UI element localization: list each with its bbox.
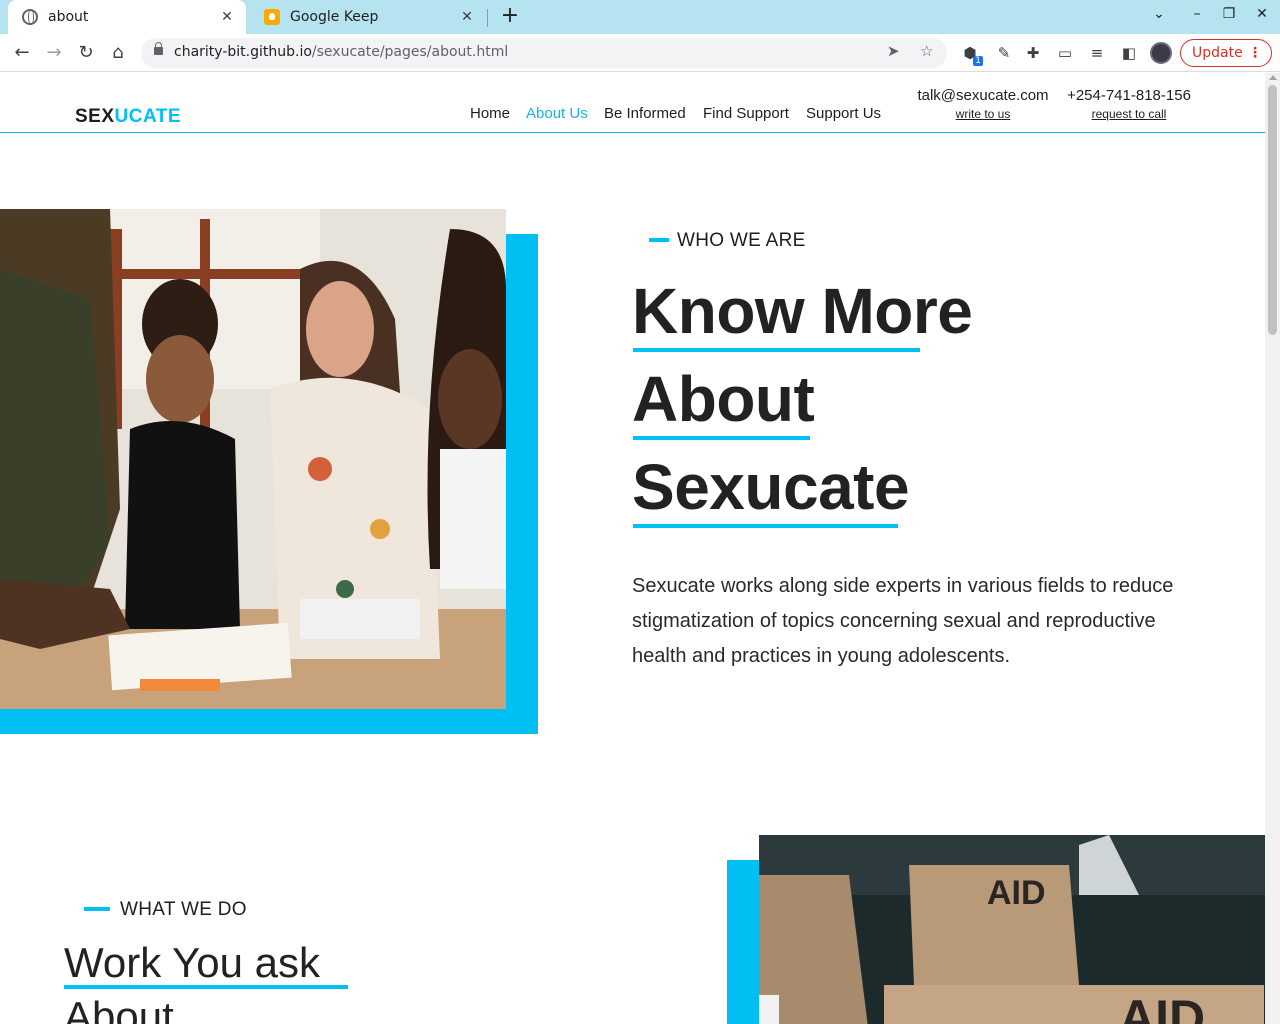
- close-tab-icon[interactable]: ✕: [458, 9, 476, 25]
- globe-icon: [22, 9, 38, 25]
- email-address[interactable]: talk@sexucate.com: [912, 87, 1054, 104]
- media-control-icon[interactable]: ≡: [1086, 42, 1108, 64]
- profile-avatar[interactable]: [1150, 42, 1172, 64]
- site-header: SEXUCATE Home About Us Be Informed Find …: [0, 73, 1265, 133]
- nav-be-informed[interactable]: Be Informed: [604, 105, 686, 122]
- forward-icon[interactable]: →: [42, 41, 66, 65]
- headline-underline: [633, 348, 920, 352]
- tab-title: Google Keep: [290, 9, 379, 25]
- tab-title: about: [48, 9, 89, 25]
- tab-about[interactable]: about ✕: [8, 0, 246, 34]
- send-tab-icon[interactable]: ➤: [887, 42, 900, 60]
- restore-icon[interactable]: ❐: [1218, 6, 1240, 28]
- about-paragraph: Sexucate works along side experts in var…: [632, 575, 1174, 667]
- minimize-icon[interactable]: –: [1186, 6, 1208, 28]
- site-logo[interactable]: SEXUCATE: [75, 106, 181, 128]
- nav-about-us[interactable]: About Us: [526, 105, 588, 122]
- close-tab-icon[interactable]: ✕: [218, 9, 236, 25]
- aid-boxes-photo: AID AID: [759, 835, 1265, 1024]
- lock-icon: [154, 42, 163, 55]
- puzzle-extensions-icon[interactable]: ✚: [1022, 42, 1044, 64]
- cast-icon[interactable]: ▭: [1054, 42, 1076, 64]
- scroll-up-arrow-icon[interactable]: [1269, 75, 1277, 80]
- nav-find-support[interactable]: Find Support: [703, 105, 789, 122]
- phone-number[interactable]: +254-741-818-156: [1064, 87, 1194, 104]
- work-heading-line-1: Work You ask: [64, 939, 321, 986]
- update-button[interactable]: Update ⋮: [1180, 39, 1272, 67]
- browser-toolbar: ← → ↻ ⌂ charity-bit.github.io/sexucate/p…: [0, 34, 1280, 72]
- tab-strip: about ✕ Google Keep ✕ + ⌄ – ❐ ✕: [0, 0, 1280, 34]
- box-label: AID: [1119, 990, 1205, 1024]
- pen-extension-icon[interactable]: ✎: [993, 42, 1015, 64]
- page-viewport: SEXUCATE Home About Us Be Informed Find …: [0, 73, 1265, 1024]
- url-text[interactable]: charity-bit.github.io/sexucate/pages/abo…: [174, 44, 508, 60]
- bookmark-star-icon[interactable]: ☆: [920, 42, 933, 60]
- contact-phone: +254-741-818-156 request to call: [1064, 87, 1194, 121]
- write-to-us-link[interactable]: write to us: [912, 107, 1054, 121]
- who-we-are-eyebrow: WHO WE ARE: [677, 230, 806, 251]
- headline-line-3: Sexucate: [632, 451, 910, 523]
- address-bar[interactable]: charity-bit.github.io/sexucate/pages/abo…: [141, 38, 947, 68]
- extension-icon[interactable]: ⬢ 1: [959, 42, 983, 66]
- headline-line-1: Know More: [632, 275, 973, 347]
- heading-underline: [64, 985, 348, 989]
- box-label: AID: [987, 874, 1046, 912]
- scroll-thumb[interactable]: [1268, 85, 1277, 335]
- tab-separator: [487, 9, 488, 27]
- tab-search-icon[interactable]: ⌄: [1148, 6, 1170, 28]
- tab-google-keep[interactable]: Google Keep ✕: [250, 0, 486, 34]
- headline-line-2: About: [632, 363, 815, 435]
- new-tab-button[interactable]: +: [498, 5, 522, 29]
- more-menu-icon[interactable]: ⋮: [1248, 40, 1262, 66]
- home-icon[interactable]: ⌂: [106, 41, 130, 65]
- close-window-icon[interactable]: ✕: [1251, 6, 1273, 28]
- team-photo: [0, 209, 506, 709]
- google-keep-icon: [264, 9, 280, 25]
- side-panel-icon[interactable]: ◧: [1118, 42, 1140, 64]
- headline-underline: [633, 436, 810, 440]
- eyebrow-accent: [84, 907, 110, 911]
- request-to-call-link[interactable]: request to call: [1064, 107, 1194, 121]
- eyebrow-accent: [649, 238, 669, 242]
- reload-icon[interactable]: ↻: [74, 41, 98, 65]
- work-heading-line-2: About: [64, 993, 174, 1024]
- contact-email: talk@sexucate.com write to us: [912, 87, 1054, 121]
- headline-underline: [633, 524, 898, 528]
- nav-home[interactable]: Home: [470, 105, 510, 122]
- nav-support-us[interactable]: Support Us: [806, 105, 881, 122]
- what-we-do-eyebrow: WHAT WE DO: [120, 899, 247, 920]
- page-scrollbar[interactable]: [1265, 73, 1280, 1024]
- back-icon[interactable]: ←: [10, 41, 34, 65]
